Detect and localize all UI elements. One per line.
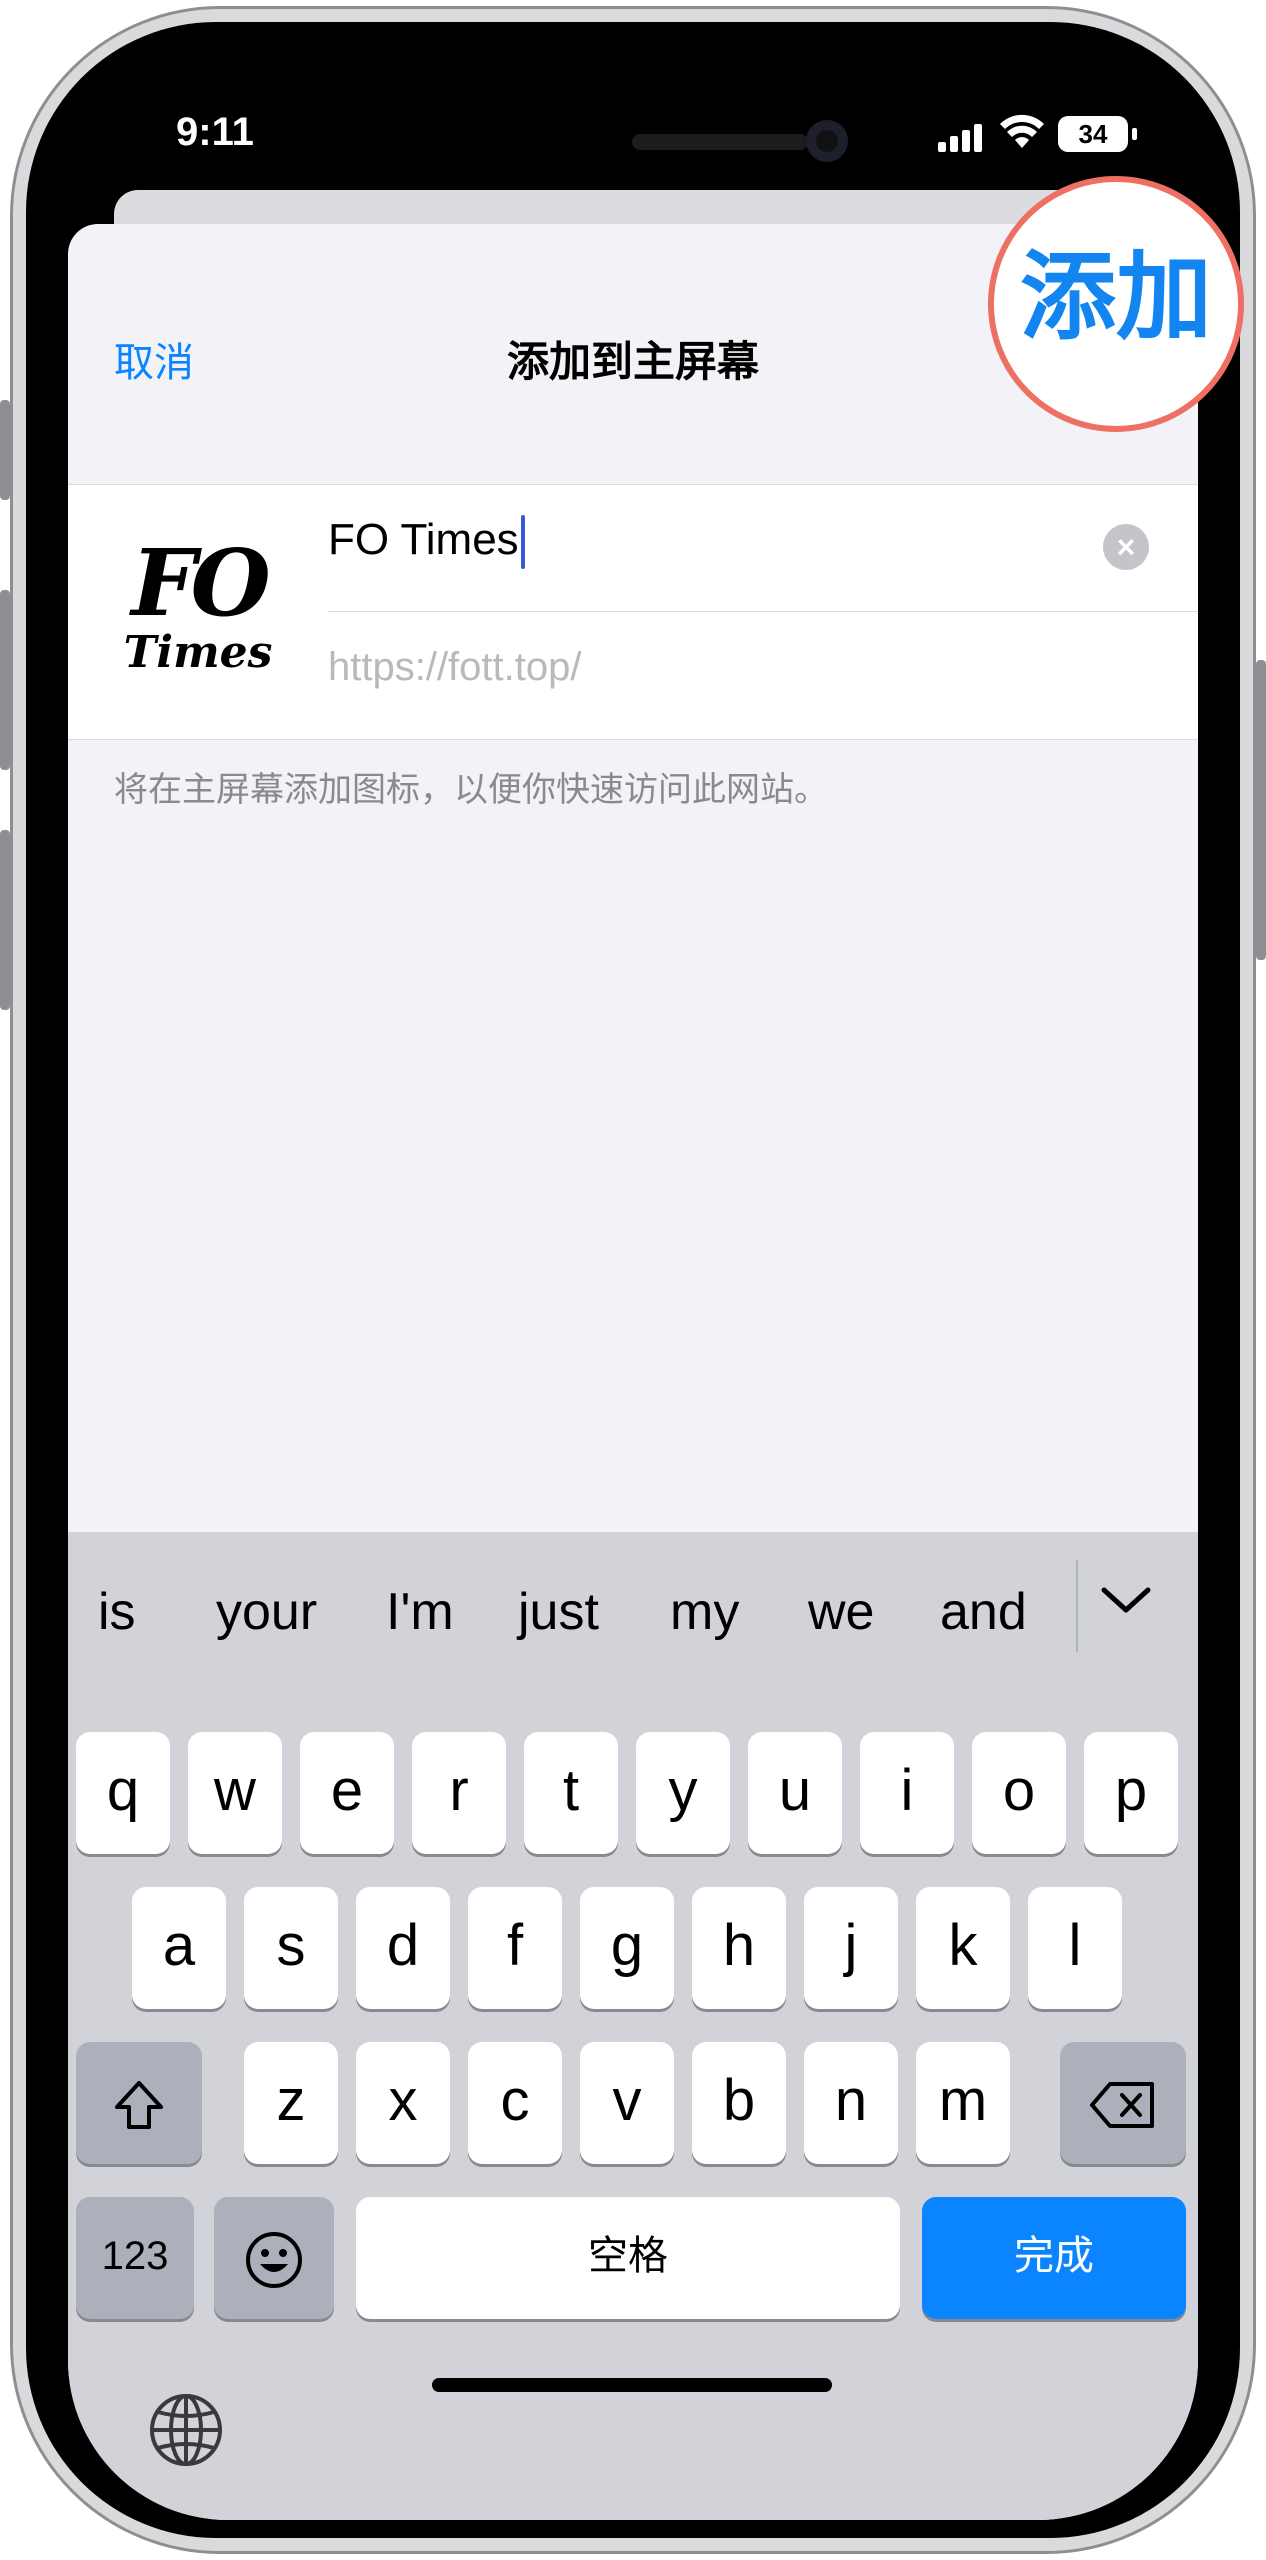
- key-w[interactable]: w: [188, 1732, 282, 1854]
- key-a[interactable]: a: [132, 1887, 226, 2009]
- suggestion-item[interactable]: my: [670, 1582, 739, 1642]
- suggestion-bar: is your I'm just my we and: [68, 1532, 1198, 1682]
- battery-icon: 34: [1058, 116, 1128, 152]
- emoji-icon: [246, 2231, 302, 2288]
- action-button: [0, 400, 10, 500]
- key-p[interactable]: p: [1084, 1732, 1178, 1854]
- key-l[interactable]: l: [1028, 1887, 1122, 2009]
- suggestion-item[interactable]: is: [98, 1582, 136, 1642]
- footer-note: 将在主屏幕添加图标，以便你快速访问此网站。: [114, 771, 828, 809]
- key-n[interactable]: n: [804, 2042, 898, 2164]
- front-camera: [806, 120, 848, 162]
- name-input[interactable]: FO Times: [328, 515, 525, 570]
- power-button: [1256, 660, 1266, 960]
- shift-key[interactable]: [76, 2042, 202, 2164]
- clear-icon[interactable]: ×: [1103, 524, 1149, 570]
- key-h[interactable]: h: [692, 1887, 786, 2009]
- battery-nub: [1132, 128, 1137, 140]
- site-icon: FO Times: [118, 535, 278, 695]
- key-y[interactable]: y: [636, 1732, 730, 1854]
- bookmark-form: FO Times FO Times × https://fott.top/: [68, 484, 1198, 740]
- numbers-key[interactable]: 123: [76, 2197, 194, 2319]
- key-j[interactable]: j: [804, 1887, 898, 2009]
- wifi-icon: [998, 114, 1046, 155]
- add-button[interactable]: 添加: [988, 176, 1244, 432]
- chevron-down-icon[interactable]: [1098, 1580, 1154, 1625]
- earpiece-speaker: [632, 134, 808, 150]
- url-field: https://fott.top/: [328, 645, 582, 689]
- text-cursor: [520, 515, 525, 570]
- site-icon-fo: FO: [131, 529, 270, 637]
- volume-up-button: [0, 590, 10, 770]
- globe-icon[interactable]: [148, 2392, 224, 2473]
- key-m[interactable]: m: [916, 2042, 1010, 2164]
- emoji-key[interactable]: [214, 2197, 334, 2319]
- add-button-label: 添加: [1020, 244, 1212, 351]
- home-indicator: [432, 2378, 832, 2392]
- key-k[interactable]: k: [916, 1887, 1010, 2009]
- key-c[interactable]: c: [468, 2042, 562, 2164]
- suggestion-item[interactable]: we: [808, 1582, 874, 1642]
- key-i[interactable]: i: [860, 1732, 954, 1854]
- key-z[interactable]: z: [244, 2042, 338, 2164]
- cancel-button[interactable]: 取消: [114, 330, 194, 388]
- key-s[interactable]: s: [244, 1887, 338, 2009]
- done-key[interactable]: 完成: [922, 2197, 1186, 2319]
- key-f[interactable]: f: [468, 1887, 562, 2009]
- backspace-icon: [1090, 2081, 1154, 2128]
- cellular-signal-icon: [938, 124, 986, 152]
- suggestion-item[interactable]: just: [518, 1582, 599, 1642]
- key-r[interactable]: r: [412, 1732, 506, 1854]
- space-key[interactable]: 空格: [356, 2197, 900, 2319]
- suggestion-separator: [1076, 1560, 1078, 1652]
- field-divider: [328, 611, 1198, 612]
- key-d[interactable]: d: [356, 1887, 450, 2009]
- site-icon-times: Times: [123, 627, 273, 678]
- key-g[interactable]: g: [580, 1887, 674, 2009]
- key-v[interactable]: v: [580, 2042, 674, 2164]
- key-b[interactable]: b: [692, 2042, 786, 2164]
- keyboard: is your I'm just my we and q w e r t y u…: [68, 1532, 1198, 2520]
- status-time: 9:11: [176, 110, 254, 154]
- key-e[interactable]: e: [300, 1732, 394, 1854]
- key-x[interactable]: x: [356, 2042, 450, 2164]
- backspace-key[interactable]: [1060, 2042, 1186, 2164]
- key-u[interactable]: u: [748, 1732, 842, 1854]
- key-t[interactable]: t: [524, 1732, 618, 1854]
- shift-icon: [115, 2080, 163, 2129]
- key-q[interactable]: q: [76, 1732, 170, 1854]
- volume-down-button: [0, 830, 10, 1010]
- suggestion-item[interactable]: your: [216, 1582, 317, 1642]
- suggestion-item[interactable]: and: [940, 1582, 1027, 1642]
- suggestion-item[interactable]: I'm: [386, 1582, 454, 1642]
- name-input-value: FO Times: [328, 515, 519, 564]
- key-o[interactable]: o: [972, 1732, 1066, 1854]
